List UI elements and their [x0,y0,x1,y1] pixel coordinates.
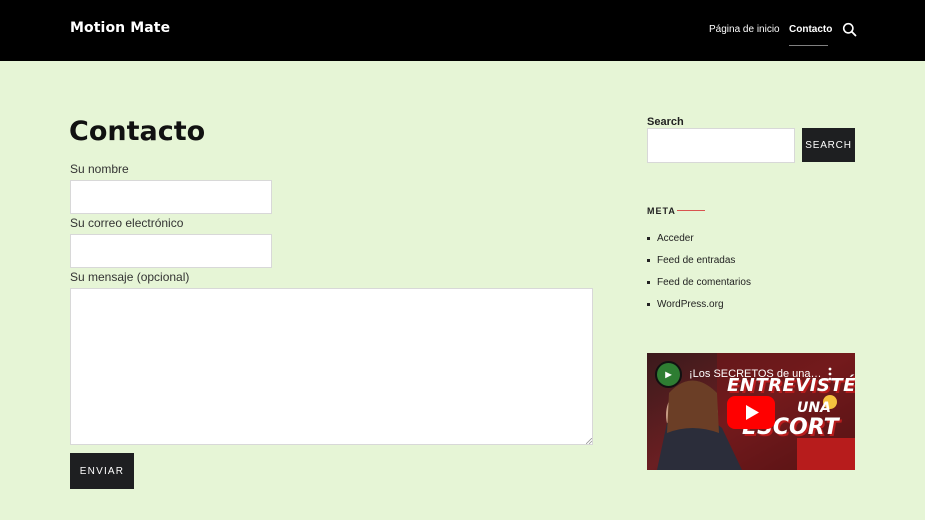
bullet-icon [647,281,650,284]
sidebar-search-label: Search [647,116,684,128]
more-options-icon[interactable] [828,367,832,381]
video-embed[interactable]: ENTREVISTÉ UNA ESCORT ▶ ¡Los SECRETOS de… [647,353,855,470]
resize-grip-icon[interactable] [586,438,592,444]
meta-list-item: Feed de entradas [647,255,735,266]
message-textarea[interactable] [70,288,593,445]
meta-list-item: Feed de comentarios [647,277,751,288]
name-input[interactable] [70,180,272,214]
sidebar-search-button[interactable]: SEARCH [802,128,855,162]
nav-active-underline [789,45,828,46]
bullet-icon [647,237,650,240]
channel-avatar-icon[interactable]: ▶ [655,361,682,388]
meta-heading-accent [677,210,705,211]
video-title[interactable]: ¡Los SECRETOS de una Escort [689,368,824,380]
site-header: Motion Mate Página de inicio Contacto [0,0,925,61]
bullet-icon [647,303,650,306]
site-brand[interactable]: Motion Mate [70,20,170,36]
bullet-icon [647,259,650,262]
nav-item-home[interactable]: Página de inicio [709,24,780,35]
play-button-icon[interactable] [727,396,775,429]
video-overlay-text: UNA [797,400,831,416]
search-icon [842,22,857,37]
meta-link-wordpress[interactable]: WordPress.org [657,299,724,310]
message-label: Su mensaje (opcional) [70,270,190,284]
header-search-button[interactable] [842,22,857,37]
meta-heading: META [647,206,676,216]
page-title: Contacto [69,116,206,147]
sidebar-search-input[interactable] [647,128,795,163]
meta-link-comments-feed[interactable]: Feed de comentarios [657,277,751,288]
meta-link-login[interactable]: Acceder [657,233,694,244]
meta-link-entries-feed[interactable]: Feed de entradas [657,255,735,266]
name-label: Su nombre [70,162,129,176]
submit-button[interactable]: ENVIAR [70,453,134,489]
email-input[interactable] [70,234,272,268]
nav-item-contact[interactable]: Contacto [789,24,832,35]
email-label: Su correo electrónico [70,216,184,230]
meta-list-item: WordPress.org [647,299,724,310]
meta-list-item: Acceder [647,233,694,244]
